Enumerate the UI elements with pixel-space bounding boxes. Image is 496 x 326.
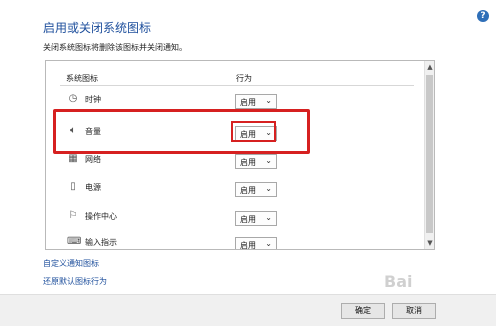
dialog-footer: 确定 取消 [0,294,496,326]
input-indicator-icon: ⌨ [67,236,82,247]
column-header-behavior: 行为 [236,74,252,83]
restore-default-icon-behavior-link[interactable]: 还原默认图标行为 [43,276,107,287]
row-label: 电源 [85,183,101,192]
clock-icon: ◷ [68,93,78,104]
page-subtitle: 关闭系统图标将删除该图标并关闭通知。 [43,43,187,52]
network-icon: ▦ [68,153,78,164]
cancel-button[interactable]: 取消 [392,303,436,319]
action-center-icon: ⚐ [68,210,78,221]
network-behavior-select[interactable]: 启用 ⌄ [235,154,277,169]
volume-behavior-select[interactable]: 启用 ⌄ [235,126,277,141]
action-center-behavior-select[interactable]: 启用 ⌄ [235,211,277,226]
chevron-down-icon: ⌄ [265,239,272,248]
system-icons-dialog: ? 启用或关闭系统图标 关闭系统图标将删除该图标并关闭通知。 系统图标 行为 ◷… [0,0,496,326]
chevron-down-icon: ⌄ [265,156,272,165]
row-label: 输入指示 [85,238,117,247]
list-item-clock: ◷ 时钟 启用 ⌄ [46,90,426,114]
header-divider [60,85,414,86]
column-header-icons: 系统图标 [66,74,98,83]
page-title: 启用或关闭系统图标 [43,21,152,35]
chevron-down-icon: ⌄ [265,213,272,222]
system-icons-list: 系统图标 行为 ◷ 时钟 启用 ⌄ 🔈︎ 音量 启用 ⌄ ▦ 网络 启用 ⌄ ▯… [45,60,435,250]
clock-behavior-select[interactable]: 启用 ⌄ [235,94,277,109]
customize-notification-icons-link[interactable]: 自定义通知图标 [43,258,99,269]
watermark: Bai [384,272,413,291]
chevron-down-icon: ⌄ [265,96,272,105]
row-label: 音量 [85,127,101,136]
power-icon: ▯ [70,181,76,192]
list-item-input-indicator: ⌨ 输入指示 启用 ⌄ [46,233,426,249]
row-label: 时钟 [85,95,101,104]
power-behavior-select[interactable]: 启用 ⌄ [235,182,277,197]
volume-icon: 🔈︎ [70,125,76,136]
vertical-scrollbar[interactable]: ▲ ▼ [424,61,434,249]
scroll-thumb[interactable] [426,75,433,233]
help-icon[interactable]: ? [477,10,489,22]
row-label: 操作中心 [85,212,117,221]
ok-button[interactable]: 确定 [341,303,385,319]
list-item-network: ▦ 网络 启用 ⌄ [46,150,426,174]
input-indicator-behavior-select[interactable]: 启用 ⌄ [235,237,277,249]
row-label: 网络 [85,155,101,164]
chevron-down-icon: ⌄ [265,184,272,193]
list-item-action-center: ⚐ 操作中心 启用 ⌄ [46,207,426,231]
list-item-volume: 🔈︎ 音量 启用 ⌄ [46,122,426,146]
list-item-power: ▯ 电源 启用 ⌄ [46,178,426,202]
scroll-up-icon[interactable]: ▲ [426,63,434,71]
chevron-down-icon: ⌄ [265,128,272,137]
scroll-down-icon[interactable]: ▼ [426,239,434,247]
